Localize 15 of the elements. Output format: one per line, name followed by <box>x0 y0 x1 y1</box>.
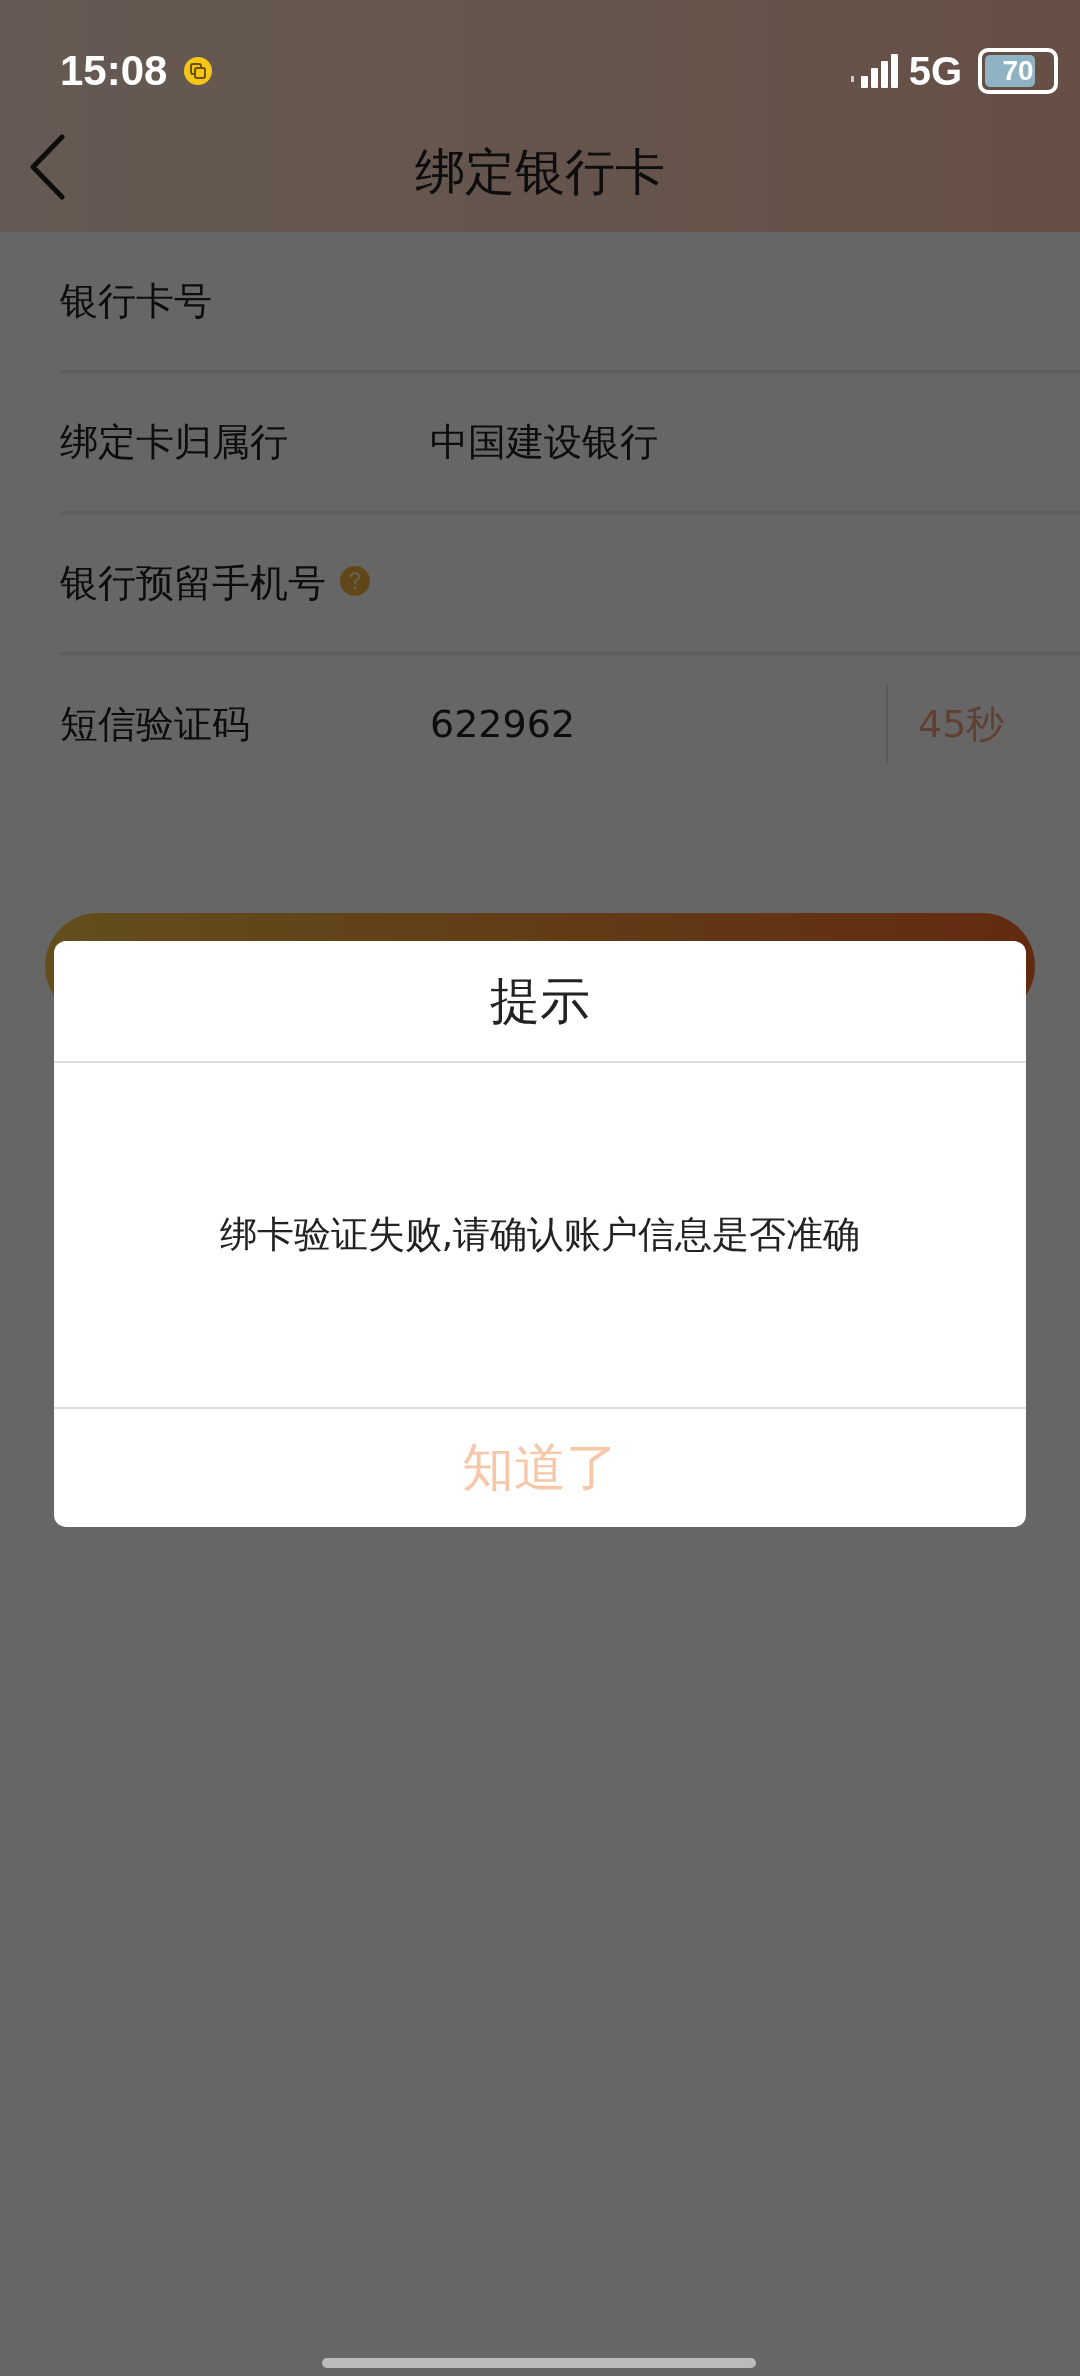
app-notification-icon <box>183 56 214 86</box>
field-value[interactable]: 中国建设银行 <box>430 419 658 464</box>
page-title: 绑定银行卡 <box>415 141 665 203</box>
field-label: 绑定卡归属行 <box>60 418 288 466</box>
field-value[interactable]: 622962 <box>430 702 576 746</box>
network-label: 5G <box>908 48 962 94</box>
signal-icon <box>850 54 899 88</box>
field-label: 银行卡号 <box>60 277 212 325</box>
field-label: 银行预留手机号 <box>60 559 326 607</box>
dialog-message: 绑卡验证失败,请确认账户信息是否准确 <box>54 1063 1026 1409</box>
battery-level: 70 <box>1002 55 1034 87</box>
back-icon[interactable] <box>28 134 68 200</box>
field-label: 短信验证码 <box>60 700 250 748</box>
status-time: 15:08 <box>60 47 168 95</box>
dialog-title: 提示 <box>54 941 1026 1063</box>
